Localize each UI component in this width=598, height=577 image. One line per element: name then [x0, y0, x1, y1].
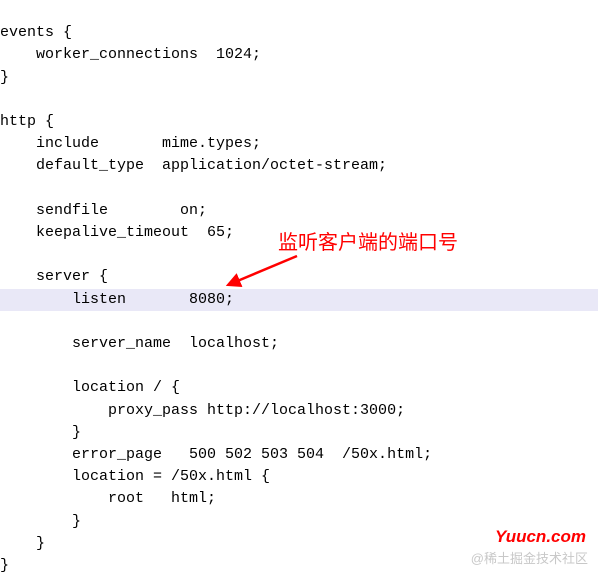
code-line: http {	[0, 113, 54, 130]
code-line: }	[0, 557, 9, 574]
code-line: events {	[0, 24, 72, 41]
watermark-juejin: @稀土掘金技术社区	[471, 548, 588, 570]
code-line: sendfile on;	[0, 202, 207, 219]
code-line: }	[0, 513, 81, 530]
code-line: error_page 500 502 503 504 /50x.html;	[0, 446, 432, 463]
code-line: keepalive_timeout 65;	[0, 224, 234, 241]
code-line: root html;	[0, 490, 216, 507]
code-line: server_name localhost;	[0, 335, 279, 352]
code-line: location = /50x.html {	[0, 468, 270, 485]
code-line: default_type application/octet-stream;	[0, 157, 387, 174]
code-line: }	[0, 424, 81, 441]
code-line: proxy_pass http://localhost:3000;	[0, 402, 405, 419]
nginx-config-code: events { worker_connections 1024; } http…	[0, 0, 598, 577]
annotation-text: 监听客户端的端口号	[278, 232, 458, 254]
code-line: }	[0, 69, 9, 86]
code-line: worker_connections 1024;	[0, 46, 261, 63]
code-line: include mime.types;	[0, 135, 261, 152]
code-line: }	[0, 535, 45, 552]
watermark-yuucn: Yuucn.com	[495, 526, 586, 548]
code-line: server {	[0, 268, 108, 285]
code-line-highlighted: listen 8080;	[0, 289, 598, 311]
code-line: location / {	[0, 379, 180, 396]
